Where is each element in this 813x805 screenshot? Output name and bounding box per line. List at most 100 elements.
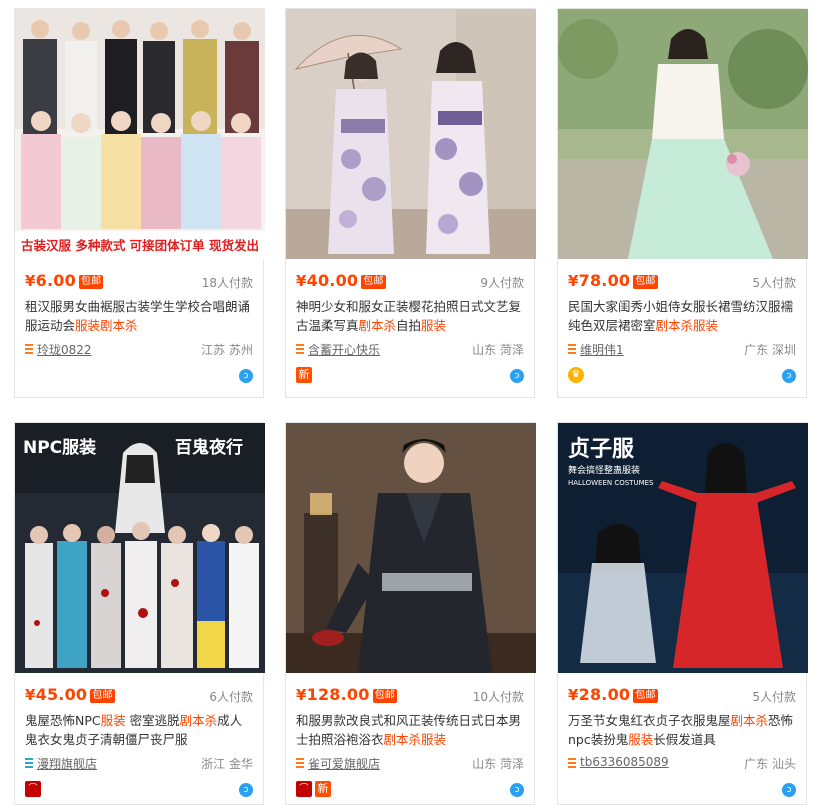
price-row: ¥40.00 包邮 9人付款	[296, 271, 524, 293]
shop-row: 玲珑0822 江苏 苏州	[25, 341, 253, 359]
title-keyword-highlight: 剧本杀	[655, 318, 694, 333]
republic-dress-image	[558, 9, 808, 259]
title-text: 自拍	[396, 318, 422, 333]
product-image[interactable]: 古装汉服 多种款式 可接团体订单 现货发出	[15, 9, 265, 259]
price-row: ¥45.00 包邮 6人付款	[25, 685, 253, 707]
shop-list-icon	[296, 344, 304, 354]
product-title[interactable]: 租汉服男女曲裾服古装学生学校合唱朗诵服运动会服装剧本杀	[25, 297, 253, 335]
sadako-costume-image: 贞子服 舞会搞怪整蛊服装 HALLOWEEN COSTUMES	[558, 423, 808, 673]
shop-name-link[interactable]: 玲珑0822	[37, 341, 92, 358]
product-image[interactable]	[286, 9, 536, 259]
title-keyword-highlight: 服装	[628, 732, 654, 747]
location: 浙江 金华	[201, 757, 253, 771]
paid-count: 5人付款	[752, 276, 796, 290]
free-shipping-badge: 包邮	[633, 275, 658, 289]
wangwang-chat-icon[interactable]: ↄ	[239, 369, 253, 383]
title-keyword-highlight: 服装	[693, 318, 719, 333]
badge-row: ⌒ ↄ	[25, 781, 253, 799]
image-caption-en: HALLOWEEN COSTUMES	[568, 479, 654, 487]
product-image[interactable]: NPC服装 百鬼夜行	[15, 423, 265, 673]
wangwang-chat-icon[interactable]: ↄ	[782, 369, 796, 383]
price-row: ¥6.00 包邮 18人付款	[25, 271, 253, 293]
price-row: ¥128.00 包邮 10人付款	[296, 685, 524, 707]
title-keyword-highlight: 剧本杀	[179, 713, 218, 728]
shop-list-icon	[25, 344, 33, 354]
title-keyword-highlight: 服装	[421, 318, 447, 333]
badge-row: 新 ↄ	[296, 367, 524, 385]
product-card[interactable]: 古装汉服 多种款式 可接团体订单 现货发出 ¥6.00 包邮 18人付款 租汉服男…	[14, 8, 265, 398]
wangwang-chat-icon[interactable]: ↄ	[510, 369, 524, 383]
price: ¥128.00 包邮	[296, 685, 397, 704]
product-image[interactable]	[558, 9, 808, 259]
paid-count: 9人付款	[480, 276, 524, 290]
shop-row: 维明伟1 广东 深圳	[568, 341, 796, 359]
product-title[interactable]: 和服男款改良式和风正装传统日式日本男士拍照浴袍浴衣剧本杀服装	[296, 711, 524, 749]
shop-name-link[interactable]: tb6336085089	[580, 755, 669, 769]
product-title[interactable]: 神明少女和服女正装樱花拍照日式文艺复古温柔写真剧本杀自拍服装	[296, 297, 524, 335]
wangwang-chat-icon[interactable]: ↄ	[510, 783, 524, 797]
shop-name-link[interactable]: 雀可爱旗舰店	[308, 755, 380, 772]
price: ¥78.00 包邮	[568, 271, 658, 290]
crown-seller-icon: ♛	[568, 367, 584, 383]
yukata-man-image	[286, 423, 536, 673]
new-shop-badge: 新	[296, 367, 312, 383]
product-card[interactable]: ¥128.00 包邮 10人付款 和服男款改良式和风正装传统日式日本男士拍照浴袍浴…	[285, 422, 536, 805]
product-grid: 古装汉服 多种款式 可接团体订单 现货发出 ¥6.00 包邮 18人付款 租汉服男…	[0, 0, 813, 805]
title-keyword-highlight: 剧本杀	[730, 713, 769, 728]
price: ¥6.00 包邮	[25, 271, 104, 290]
title-keyword-highlight: 服装	[421, 732, 447, 747]
free-shipping-badge: 包邮	[372, 689, 397, 703]
wangwang-chat-icon[interactable]: ↄ	[782, 783, 796, 797]
price-row: ¥28.00 包邮 5人付款	[568, 685, 796, 707]
title-text: 密室逃脱	[125, 713, 180, 728]
badge-row: ⌒ 新 ↄ	[296, 781, 524, 799]
product-title[interactable]: 万圣节女鬼红衣贞子衣服鬼屋剧本杀恐怖npc装扮鬼服装长假发道具	[568, 711, 796, 749]
title-text: 万圣节女鬼红衣贞子衣服鬼屋	[568, 713, 731, 728]
wangwang-chat-icon[interactable]: ↄ	[239, 783, 253, 797]
badge-row: ↄ	[25, 367, 253, 385]
title-text: 鬼屋恐怖NPC	[25, 713, 101, 728]
title-keyword-highlight: 剧本杀	[100, 318, 138, 333]
free-shipping-badge: 包邮	[361, 275, 386, 289]
product-title[interactable]: 鬼屋恐怖NPC服装 密室逃脱剧本杀成人鬼衣女鬼贞子清朝僵尸丧尸服	[25, 711, 253, 749]
shop-row: 含蓄开心快乐 山东 菏泽	[296, 341, 524, 359]
location: 山东 菏泽	[472, 757, 524, 771]
product-image[interactable]	[286, 423, 536, 673]
shop-list-icon	[568, 344, 576, 354]
shop-list-icon	[568, 758, 576, 768]
hanfu-group-image: 古装汉服 多种款式 可接团体订单 现货发出	[15, 9, 265, 259]
location: 广东 汕头	[744, 757, 796, 771]
shop-row: 漫翔旗舰店 浙江 金华	[25, 755, 253, 773]
badge-row: ↄ	[568, 781, 796, 799]
tmall-icon: ⌒	[25, 781, 41, 797]
title-keyword-highlight: 服装	[100, 713, 126, 728]
title-text: 长假发道具	[653, 732, 716, 747]
npc-horror-costume-image: NPC服装 百鬼夜行	[15, 423, 265, 673]
location: 山东 菏泽	[472, 343, 524, 357]
paid-count: 18人付款	[201, 276, 253, 290]
product-card[interactable]: 贞子服 舞会搞怪整蛊服装 HALLOWEEN COSTUMES ¥28.00 包邮…	[557, 422, 808, 805]
paid-count: 10人付款	[472, 690, 524, 704]
shop-row: tb6336085089 广东 汕头	[568, 755, 796, 773]
kimono-girls-image	[286, 9, 536, 259]
tmall-icon: ⌒	[296, 781, 312, 797]
image-caption: 古装汉服 多种款式 可接团体订单 现货发出	[21, 238, 259, 253]
title-keyword-highlight: 服装	[75, 318, 101, 333]
new-shop-badge: 新	[315, 781, 331, 797]
product-image[interactable]: 贞子服 舞会搞怪整蛊服装 HALLOWEEN COSTUMES	[558, 423, 808, 673]
free-shipping-badge: 包邮	[78, 275, 104, 289]
paid-count: 5人付款	[752, 690, 796, 704]
product-card[interactable]: ¥78.00 包邮 5人付款 民国大家闺秀小姐侍女服长裙雪纺汉服襦纯色双层裙密室剧…	[557, 8, 808, 398]
shop-name-link[interactable]: 含蓄开心快乐	[308, 341, 380, 358]
price: ¥40.00 包邮	[296, 271, 386, 290]
shop-name-link[interactable]: 漫翔旗舰店	[37, 755, 97, 772]
product-card[interactable]: NPC服装 百鬼夜行 ¥45.00 包邮 6人付款 鬼屋恐怖NPC服装 密室逃脱剧…	[14, 422, 265, 805]
shop-row: 雀可爱旗舰店 山东 菏泽	[296, 755, 524, 773]
location: 广东 深圳	[744, 343, 796, 357]
product-title[interactable]: 民国大家闺秀小姐侍女服长裙雪纺汉服襦纯色双层裙密室剧本杀服装	[568, 297, 796, 335]
shop-name-link[interactable]: 维明伟1	[580, 341, 624, 358]
price: ¥45.00 包邮	[25, 685, 115, 704]
title-keyword-highlight: 剧本杀	[383, 732, 422, 747]
price-row: ¥78.00 包邮 5人付款	[568, 271, 796, 293]
product-card[interactable]: ¥40.00 包邮 9人付款 神明少女和服女正装樱花拍照日式文艺复古温柔写真剧本杀…	[285, 8, 536, 398]
